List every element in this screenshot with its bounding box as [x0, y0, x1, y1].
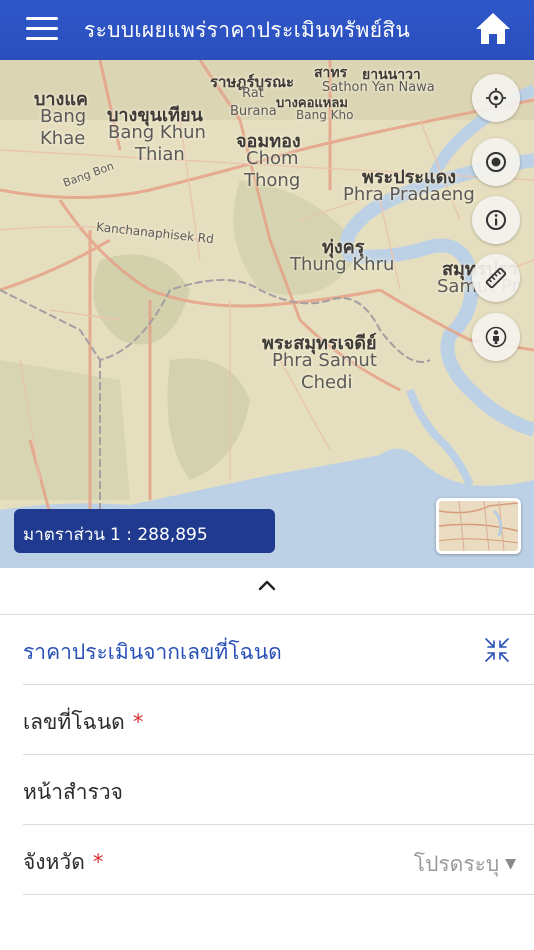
hamburger-menu-icon[interactable]: [26, 17, 58, 41]
locate-me-icon: [486, 88, 506, 108]
map-label: Chom: [246, 148, 299, 169]
map-label: Yan Nawa: [372, 80, 435, 95]
divider: [23, 684, 534, 685]
divider: [0, 614, 534, 615]
divider: [23, 754, 534, 755]
collapse-arrows-icon[interactable]: [483, 636, 511, 664]
person-location-button[interactable]: [472, 313, 520, 361]
map-label: Bang Kho: [296, 108, 354, 122]
map-view[interactable]: ราษฎร์บูรณะ Rat สาทร ยานนาวา Sathon Yan …: [0, 60, 534, 568]
survey-page-label: หน้าสำรวจ: [23, 780, 123, 804]
province-label: จังหวัด: [23, 850, 85, 874]
survey-page-field[interactable]: หน้าสำรวจ: [23, 776, 123, 809]
info-icon: [486, 210, 506, 230]
target-icon: [486, 152, 506, 172]
map-scale-indicator: มาตราส่วน 1 : 288,895: [14, 509, 275, 553]
map-label: Burana: [230, 104, 277, 119]
basemap-switcher[interactable]: [436, 498, 521, 554]
deed-number-label: เลขที่โฉนด: [23, 710, 125, 734]
map-label: Phra Pradaeng: [343, 184, 475, 205]
section-title: ราคาประเมินจากเลขที่โฉนด: [23, 640, 282, 664]
map-label: Thong: [244, 170, 301, 191]
info-button[interactable]: [472, 196, 520, 244]
scale-label: มาตราส่วน: [23, 525, 106, 545]
ruler-icon: [485, 267, 507, 289]
divider: [23, 824, 534, 825]
divider: [23, 894, 534, 895]
map-label: Khae: [40, 128, 86, 149]
map-label: Thung Khru: [290, 254, 395, 275]
basemap-thumbnail: [439, 501, 518, 551]
dropdown-caret-icon: ▼: [505, 856, 516, 872]
measure-button[interactable]: [472, 254, 520, 302]
required-marker: *: [92, 850, 104, 874]
locate-me-button[interactable]: [472, 74, 520, 122]
scale-value: 1 : 288,895: [110, 525, 208, 545]
province-select-value: โปรดระบุ: [413, 852, 500, 876]
map-label: Phra Samut: [272, 350, 377, 371]
required-marker: *: [132, 710, 144, 734]
home-icon[interactable]: [474, 10, 512, 48]
map-label: Bang: [40, 106, 87, 127]
deed-number-field[interactable]: เลขที่โฉนด *: [23, 706, 143, 739]
province-select[interactable]: โปรดระบุ ▼: [414, 848, 516, 881]
search-panel: ราคาประเมินจากเลขที่โฉนด เลขที่โฉนด * หน้…: [0, 568, 534, 950]
map-label: Chedi: [301, 372, 353, 393]
app-title: ระบบเผยแพร่ราคาประเมินทรัพย์สิน: [84, 18, 411, 42]
map-label: Rat: [242, 86, 264, 101]
target-button[interactable]: [472, 138, 520, 186]
province-label-row: จังหวัด *: [23, 846, 103, 879]
map-label: Bang Khun: [108, 122, 206, 143]
app-header: ระบบเผยแพร่ราคาประเมินทรัพย์สิน: [0, 0, 534, 60]
person-location-icon: [485, 326, 507, 348]
map-label: Thian: [135, 144, 185, 165]
chevron-up-icon[interactable]: [257, 578, 277, 592]
